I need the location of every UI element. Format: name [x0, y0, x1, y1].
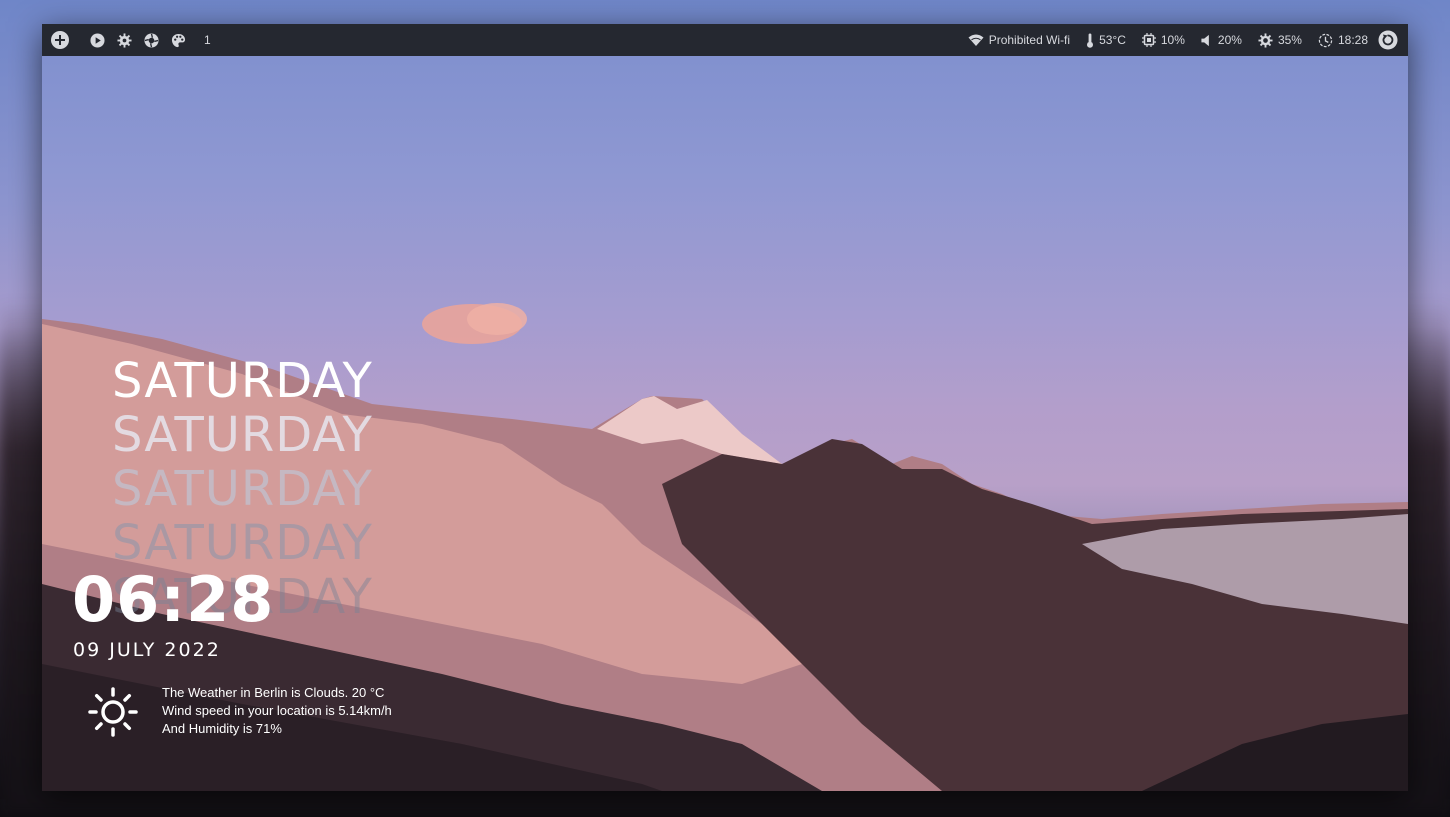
workspace-indicator[interactable]: 1 — [204, 33, 211, 47]
volume-label: 20% — [1217, 33, 1242, 47]
plus-circle-icon[interactable] — [50, 30, 70, 50]
weather-line-2: Wind speed in your location is 5.14km/h — [162, 703, 392, 718]
weather-line-3: And Humidity is 71% — [162, 721, 282, 736]
aperture-icon[interactable] — [144, 32, 159, 48]
clock-widget-date: 09 JULY 2022 — [73, 639, 221, 661]
brightness-icon — [1258, 32, 1273, 48]
weather-widget: The Weather in Berlin is Clouds. 20 °C W… — [162, 684, 392, 738]
wifi-module[interactable]: Prohibited Wi-fi — [968, 33, 1070, 47]
power-icon[interactable] — [1378, 30, 1398, 50]
topbar-left: 1 — [50, 24, 211, 56]
volume-icon — [1201, 34, 1213, 47]
clock-label: 18:28 — [1337, 33, 1368, 47]
gear-icon[interactable] — [117, 32, 132, 48]
thermometer-icon — [1086, 32, 1094, 48]
top-status-bar: 1 Prohibited Wi-fi 53°C 10% 20% 35% 18:2… — [42, 24, 1408, 56]
wifi-icon — [968, 34, 984, 46]
volume-module[interactable]: 20% — [1201, 33, 1242, 47]
temperature-module[interactable]: 53°C — [1086, 32, 1126, 48]
topbar-right: Prohibited Wi-fi 53°C 10% 20% 35% 18:28 — [952, 24, 1398, 56]
brightness-label: 35% — [1277, 33, 1302, 47]
desktop-screen: 1 Prohibited Wi-fi 53°C 10% 20% 35% 18:2… — [42, 24, 1408, 791]
cpu-label: 10% — [1160, 33, 1185, 47]
sun-icon — [87, 686, 139, 742]
day-text-4: SATURDAY — [112, 515, 373, 571]
wifi-label: Prohibited Wi-fi — [988, 33, 1071, 47]
weather-line-1: The Weather in Berlin is Clouds. 20 °C — [162, 685, 385, 700]
brightness-module[interactable]: 35% — [1258, 32, 1302, 48]
clock-icon — [1318, 33, 1333, 48]
cpu-module[interactable]: 10% — [1141, 33, 1185, 47]
palette-icon[interactable] — [171, 33, 186, 48]
cpu-icon — [1141, 33, 1156, 47]
play-icon[interactable] — [90, 32, 105, 48]
temperature-label: 53°C — [1099, 33, 1126, 47]
day-text-2: SATURDAY — [112, 407, 373, 463]
day-text-3: SATURDAY — [112, 461, 373, 517]
day-text-1: SATURDAY — [112, 353, 373, 409]
clock-module[interactable]: 18:28 — [1318, 33, 1368, 48]
clock-widget-time: 06:28 — [72, 563, 275, 636]
